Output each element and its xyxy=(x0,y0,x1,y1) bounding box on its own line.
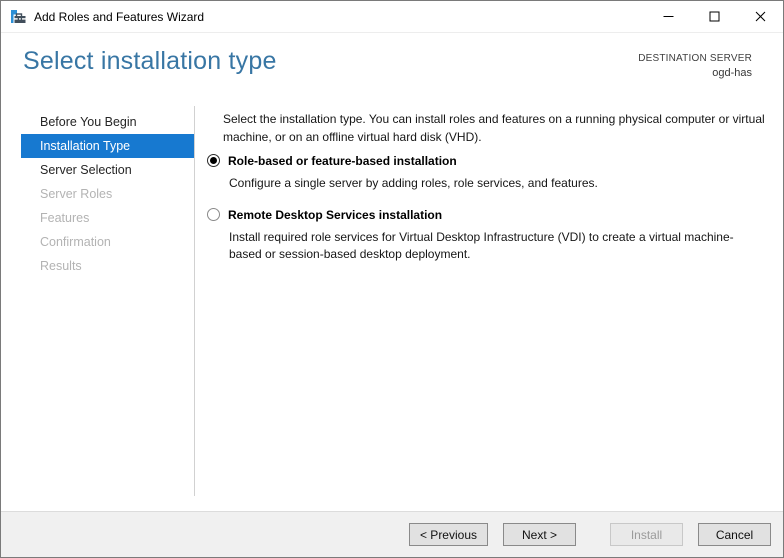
destination-server-name: ogd-has xyxy=(638,67,752,79)
next-button[interactable]: Next > xyxy=(503,523,576,546)
role-based-radio-label[interactable]: Role-based or feature-based installation xyxy=(228,154,457,168)
server-manager-toolbox-icon xyxy=(10,9,26,25)
sidebar-item-server-selection[interactable]: Server Selection xyxy=(21,158,194,182)
install-button: Install xyxy=(610,523,683,546)
option-role-based: Role-based or feature-based installation… xyxy=(207,152,765,192)
minimize-button[interactable] xyxy=(645,1,691,32)
role-based-description: Configure a single server by adding role… xyxy=(229,175,765,192)
previous-button[interactable]: < Previous xyxy=(409,523,488,546)
maximize-button[interactable] xyxy=(691,1,737,32)
sidebar-item-results: Results xyxy=(21,254,194,278)
wizard-window: Add Roles and Features Wizard Select ins… xyxy=(0,0,784,558)
sidebar-item-before-you-begin[interactable]: Before You Begin xyxy=(21,110,194,134)
installation-type-intro: Select the installation type. You can in… xyxy=(223,110,771,146)
minimize-icon xyxy=(663,11,674,22)
page-title: Select installation type xyxy=(23,47,277,76)
window-title: Add Roles and Features Wizard xyxy=(34,10,204,24)
sidebar-item-server-roles: Server Roles xyxy=(21,182,194,206)
role-based-radio[interactable] xyxy=(207,154,220,167)
remote-desktop-description: Install required role services for Virtu… xyxy=(229,229,765,263)
option-remote-desktop: Remote Desktop Services installation Ins… xyxy=(207,206,765,263)
sidebar-item-features: Features xyxy=(21,206,194,230)
title-bar: Add Roles and Features Wizard xyxy=(1,1,783,33)
wizard-steps-nav: Before You Begin Installation Type Serve… xyxy=(1,110,194,278)
sidebar-item-installation-type[interactable]: Installation Type xyxy=(21,134,194,158)
close-icon xyxy=(755,11,766,22)
caption-buttons xyxy=(645,1,783,32)
sidebar-item-confirmation: Confirmation xyxy=(21,230,194,254)
sidebar-divider xyxy=(194,106,195,496)
wizard-footer: < Previous Next > Install Cancel xyxy=(1,511,783,557)
close-button[interactable] xyxy=(737,1,783,32)
remote-desktop-radio-label[interactable]: Remote Desktop Services installation xyxy=(228,208,442,222)
remote-desktop-radio[interactable] xyxy=(207,208,220,221)
destination-server-label: DESTINATION SERVER xyxy=(638,53,752,64)
cancel-button[interactable]: Cancel xyxy=(698,523,771,546)
destination-server-block: DESTINATION SERVER ogd-has xyxy=(638,53,752,79)
maximize-icon xyxy=(709,11,720,22)
